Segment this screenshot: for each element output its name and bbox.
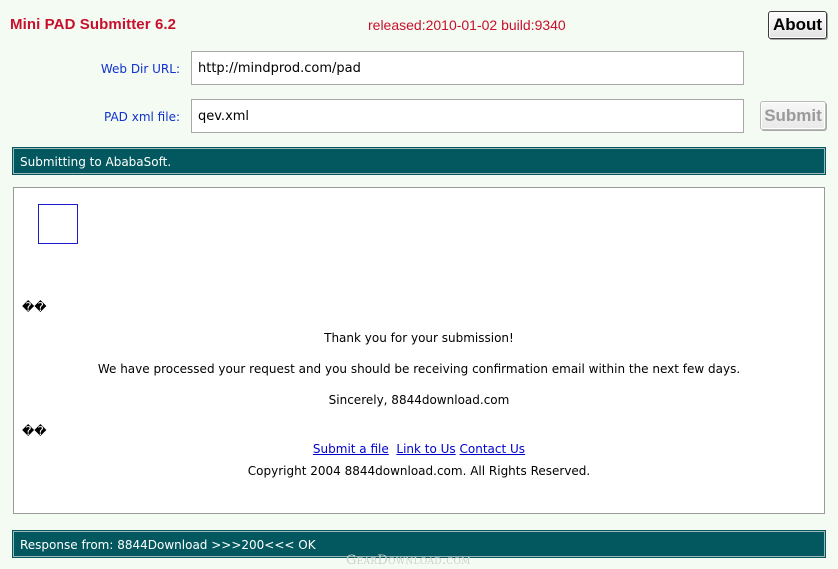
garbled-text: �� — [22, 424, 47, 438]
pad-xml-file-input[interactable] — [191, 99, 744, 133]
link-to-us-link[interactable]: Link to Us — [396, 442, 455, 456]
about-button[interactable]: About — [768, 11, 827, 39]
broken-image-placeholder — [38, 204, 78, 244]
copyright-text: Copyright 2004 8844download.com. All Rig… — [247, 464, 591, 478]
footer-links: Submit a file Link to Us Contact Us — [14, 442, 824, 456]
web-dir-url-label: Web Dir URL: — [100, 62, 180, 76]
submit-a-file-link[interactable]: Submit a file — [313, 442, 389, 456]
garbled-text: �� — [22, 300, 47, 314]
submit-button[interactable]: Submit — [760, 101, 826, 130]
processed-message: We have processed your request and you s… — [97, 362, 741, 376]
status-bar: Submitting to AbabaSoft. — [12, 147, 826, 175]
pad-xml-file-label: PAD xml file: — [104, 110, 180, 124]
web-dir-url-input[interactable] — [191, 51, 744, 85]
sincerely-text: Sincerely, 8844download.com — [328, 393, 510, 407]
contact-us-link[interactable]: Contact Us — [460, 442, 526, 456]
response-browser-panel[interactable]: �� Thank you for your submission! We hav… — [13, 187, 825, 514]
app-title: Mini PAD Submitter 6.2 — [10, 16, 177, 33]
release-info: released:2010-01-02 build:9340 — [368, 17, 566, 33]
watermark: GearDownload.com — [346, 553, 471, 568]
thank-you-text: Thank you for your submission! — [324, 331, 514, 345]
